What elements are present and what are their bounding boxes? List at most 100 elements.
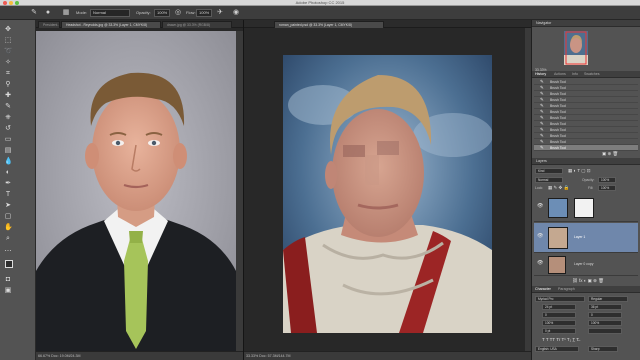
mode-select[interactable]: Normal xyxy=(90,9,130,17)
foreground-color-swatch[interactable] xyxy=(5,260,13,268)
layer-fill-input[interactable]: 100% xyxy=(598,185,616,191)
layers-panel: Kind ▦ ◐ T ▢ ⊡ Normal Opacity: 100% Lock… xyxy=(532,166,640,284)
lasso-tool-icon[interactable]: ➰ xyxy=(4,48,13,56)
headshot-vertical-scrollbar[interactable] xyxy=(236,31,243,351)
painting-document-tabs: roman_painted.psd @ 33.3% (Layer 1, CMYK… xyxy=(244,20,531,28)
flow-input[interactable]: 100% xyxy=(196,9,212,17)
blur-tool-icon[interactable]: 💧 xyxy=(4,158,13,166)
text-color-swatch[interactable] xyxy=(588,328,622,334)
zoom-tool-icon[interactable]: ⌕ xyxy=(4,235,12,243)
marquee-tool-icon[interactable]: ⬚ xyxy=(4,37,12,45)
layer-name: Layer 0 copy xyxy=(574,262,594,266)
quick-select-tool-icon[interactable]: ✧ xyxy=(4,59,12,67)
horizontal-scale-input[interactable]: 100% xyxy=(588,320,622,326)
type-tool-icon[interactable]: T xyxy=(4,191,12,199)
document-tab-active[interactable]: Headshot - Reynolds.jpg @ 33.3% (Layer 1… xyxy=(61,21,161,28)
document-tab-active[interactable]: roman_painted.psd @ 33.3% (Layer 1, CMYK… xyxy=(274,21,384,28)
history-panel-footer-icons[interactable]: ▣ ⊕ 🗑 xyxy=(602,151,618,157)
move-tool-icon[interactable]: ✥ xyxy=(4,26,12,34)
layer-mask-thumbnail xyxy=(574,198,594,218)
tab-info[interactable]: Info xyxy=(572,71,578,78)
character-panel-tabs: Character Paragraph xyxy=(532,286,640,293)
flow-label: Flow: xyxy=(186,10,196,15)
right-panel-dock: Navigator 33.33% History Actions Info Sw… xyxy=(531,20,640,360)
layer-row-adjustment[interactable]: 👁 xyxy=(534,194,638,222)
screen-mode-icon[interactable]: ▣ xyxy=(4,287,12,295)
layer-filter-select[interactable]: Kind xyxy=(535,168,563,174)
layer-name: Layer 1 xyxy=(574,235,586,239)
hand-tool-icon[interactable]: ✋ xyxy=(4,224,13,232)
navigator-panel-header[interactable]: Navigator xyxy=(532,20,640,27)
document-tab[interactable]: drawn.jpg @ 33.3% (RGB/8) xyxy=(162,21,232,28)
baseline-shift-input[interactable]: 0 pt xyxy=(542,328,576,334)
navigator-thumbnail[interactable] xyxy=(564,31,588,65)
crop-tool-icon[interactable]: ⌗ xyxy=(4,70,12,78)
tab-history[interactable]: History xyxy=(535,71,546,78)
history-panel: ✎ Brush Tool ✎ Brush Tool ✎ Brush Tool ✎ Bru… xyxy=(532,79,640,157)
document-tab[interactable]: President... xyxy=(38,21,60,28)
mode-label: Mode: xyxy=(76,10,88,15)
airbrush-icon[interactable]: ✈ xyxy=(216,9,224,17)
pen-tool-icon[interactable]: ✒ xyxy=(4,180,12,188)
gradient-tool-icon[interactable]: ▤ xyxy=(4,147,12,155)
visibility-eye-icon[interactable]: 👁 xyxy=(537,233,543,239)
clone-stamp-tool-icon[interactable]: ⎈ xyxy=(4,114,12,122)
layer-thumbnail xyxy=(548,227,568,249)
tab-paragraph[interactable]: Paragraph xyxy=(558,286,575,293)
layer-row[interactable]: 👁 Layer 0 copy xyxy=(534,254,638,276)
leading-input[interactable]: 36 pt xyxy=(588,304,622,310)
layer-opacity-label: Opacity: xyxy=(582,178,595,182)
layer-thumbnail xyxy=(548,256,566,274)
tracking-input[interactable]: 0 xyxy=(588,312,622,318)
kerning-input[interactable]: 0 xyxy=(542,312,576,318)
eyedropper-tool-icon[interactable]: ⚲ xyxy=(4,81,12,89)
roman-painting-canvas[interactable] xyxy=(283,55,492,333)
tab-swatches[interactable]: Swatches xyxy=(584,71,600,78)
font-style-select[interactable]: Regular xyxy=(588,296,628,302)
eraser-tool-icon[interactable]: ▭ xyxy=(4,136,12,144)
history-item-selected[interactable]: ✎ Brush Tool xyxy=(534,145,638,151)
character-panel: Myriad Pro Regular 24 pt 36 pt 0 0 100% … xyxy=(532,294,640,360)
headshot-document-window: President... Headshot - Reynolds.jpg @ 3… xyxy=(36,20,243,360)
headshot-document-tabs: President... Headshot - Reynolds.jpg @ 3… xyxy=(36,20,243,28)
edit-toolbar-icon[interactable]: ⋯ xyxy=(4,248,12,256)
path-select-tool-icon[interactable]: ➤ xyxy=(4,202,12,210)
opacity-input[interactable]: 100% xyxy=(154,9,170,17)
options-bar: ✎ ● ▦ Mode: Normal Opacity: 100% ◎ Flow:… xyxy=(0,6,640,20)
history-brush-tool-icon[interactable]: ↺ xyxy=(4,125,12,133)
brush-tool-preset-icon[interactable]: ✎ xyxy=(30,9,38,17)
brush-panel-toggle-icon[interactable]: ▦ xyxy=(62,9,70,17)
brush-tool-icon[interactable]: ✎ xyxy=(4,103,12,111)
lock-icons[interactable]: ▦ ✎ ✥ 🔒 xyxy=(548,185,569,191)
painting-status-bar: 33.33% Doc: 57.3M/144.7M xyxy=(244,351,531,360)
brush-history-icon: ✎ xyxy=(540,145,544,150)
pressure-size-icon[interactable]: ◉ xyxy=(232,9,240,17)
layer-row-selected[interactable]: 👁 Layer 1 xyxy=(534,223,638,253)
anti-alias-select[interactable]: Sharp xyxy=(588,346,618,352)
painting-document-window: roman_painted.psd @ 33.3% (Layer 1, CMYK… xyxy=(243,20,532,360)
layers-panel-footer-icons[interactable]: ⛓ fx ◐ ▣ ⊕ 🗑 xyxy=(572,278,604,284)
layer-blend-mode-select[interactable]: Normal xyxy=(535,177,563,183)
layers-panel-header[interactable]: Layers xyxy=(532,158,640,165)
dodge-tool-icon[interactable]: ◐ xyxy=(4,169,12,177)
tab-character[interactable]: Character xyxy=(535,286,551,293)
quick-mask-icon[interactable]: ◘ xyxy=(4,276,12,284)
shape-tool-icon[interactable]: ▢ xyxy=(4,213,12,221)
headshot-photo-image[interactable] xyxy=(36,31,236,351)
vertical-scale-input[interactable]: 100% xyxy=(542,320,576,326)
visibility-eye-icon[interactable]: 👁 xyxy=(537,203,543,209)
language-select[interactable]: English: USA xyxy=(535,346,579,352)
font-family-select[interactable]: Myriad Pro xyxy=(535,296,585,302)
layer-opacity-input[interactable]: 100% xyxy=(598,177,616,183)
history-panel-tabs: History Actions Info Swatches xyxy=(532,71,640,78)
layer-thumbnail xyxy=(548,198,568,218)
pressure-opacity-icon[interactable]: ◎ xyxy=(174,9,182,17)
layer-filter-icons[interactable]: ▦ ◐ T ▢ ⊡ xyxy=(568,168,591,174)
healing-tool-icon[interactable]: ✚ xyxy=(4,92,12,100)
navigator-panel: 33.33% xyxy=(532,28,640,72)
visibility-eye-icon[interactable]: 👁 xyxy=(537,260,543,266)
brush-size-icon[interactable]: ● xyxy=(44,9,52,17)
type-style-buttons[interactable]: T T TT Tr T¹ T₁ T̲ T̶ xyxy=(542,337,579,342)
tab-actions[interactable]: Actions xyxy=(554,71,566,78)
font-size-input[interactable]: 24 pt xyxy=(542,304,576,310)
